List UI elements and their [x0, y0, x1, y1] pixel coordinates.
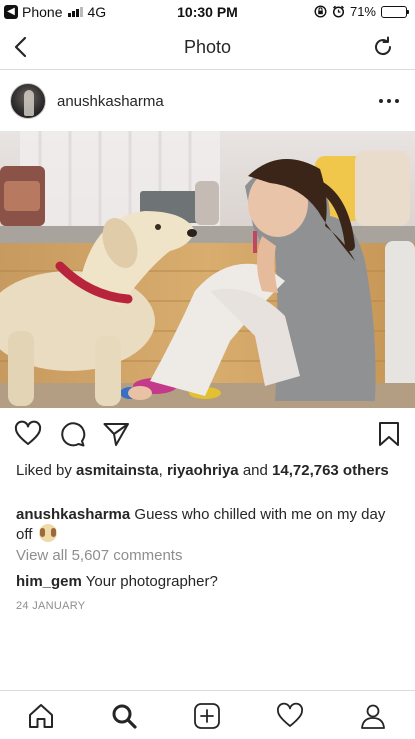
bottom-tab-bar [0, 690, 415, 739]
alarm-icon [332, 5, 345, 18]
post-username[interactable]: anushkasharma [57, 93, 164, 110]
comment-item: him_gem Your photographer? [16, 573, 218, 590]
post-caption: anushkasharma Guess who chilled with me … [16, 505, 401, 544]
liker-link[interactable]: asmitainsta [76, 462, 159, 479]
send-icon[interactable] [102, 420, 130, 448]
status-right: 71% [314, 4, 409, 19]
view-all-comments-link[interactable]: View all 5,607 comments [16, 547, 182, 564]
activity-heart-icon[interactable] [276, 702, 304, 730]
likes-separator: , [158, 462, 167, 479]
photo-woman-with-dog [0, 131, 415, 408]
post-date: 24 JANUARY [16, 600, 86, 612]
profile-icon[interactable] [359, 702, 387, 730]
avatar[interactable] [10, 83, 46, 119]
more-horizontal-icon[interactable] [379, 91, 399, 111]
likes-prefix: Liked by [16, 462, 77, 479]
search-icon[interactable] [110, 702, 138, 730]
add-post-icon[interactable] [193, 702, 221, 730]
rotation-lock-icon [314, 5, 327, 18]
comment-icon[interactable] [58, 420, 86, 448]
home-icon[interactable] [27, 702, 55, 730]
post-photo[interactable] [0, 131, 415, 408]
comment-username[interactable]: him_gem [16, 573, 82, 590]
bookmark-icon[interactable] [375, 420, 403, 448]
battery-percent: 71% [349, 4, 376, 19]
heart-icon[interactable] [14, 420, 42, 448]
caption-username[interactable]: anushkasharma [16, 506, 130, 523]
page-title: Photo [183, 37, 232, 57]
likes-count-link[interactable]: 14,72,763 others [272, 462, 389, 479]
status-bar: ◀ Phone 4G 10:30 PM 71% [0, 0, 415, 24]
refresh-icon[interactable] [371, 35, 395, 59]
comment-text: Your photographer? [81, 573, 218, 590]
likes-summary: Liked by asmitainsta, riyaohriya and 14,… [16, 461, 396, 480]
battery-icon [381, 5, 409, 18]
post-actions [0, 418, 415, 452]
post-header: anushkasharma [0, 71, 415, 131]
dog-emoji-icon [38, 524, 57, 542]
likes-and: and [238, 462, 273, 479]
navigation-bar: Photo [0, 24, 415, 70]
liker-link[interactable]: riyaohriya [167, 462, 239, 479]
